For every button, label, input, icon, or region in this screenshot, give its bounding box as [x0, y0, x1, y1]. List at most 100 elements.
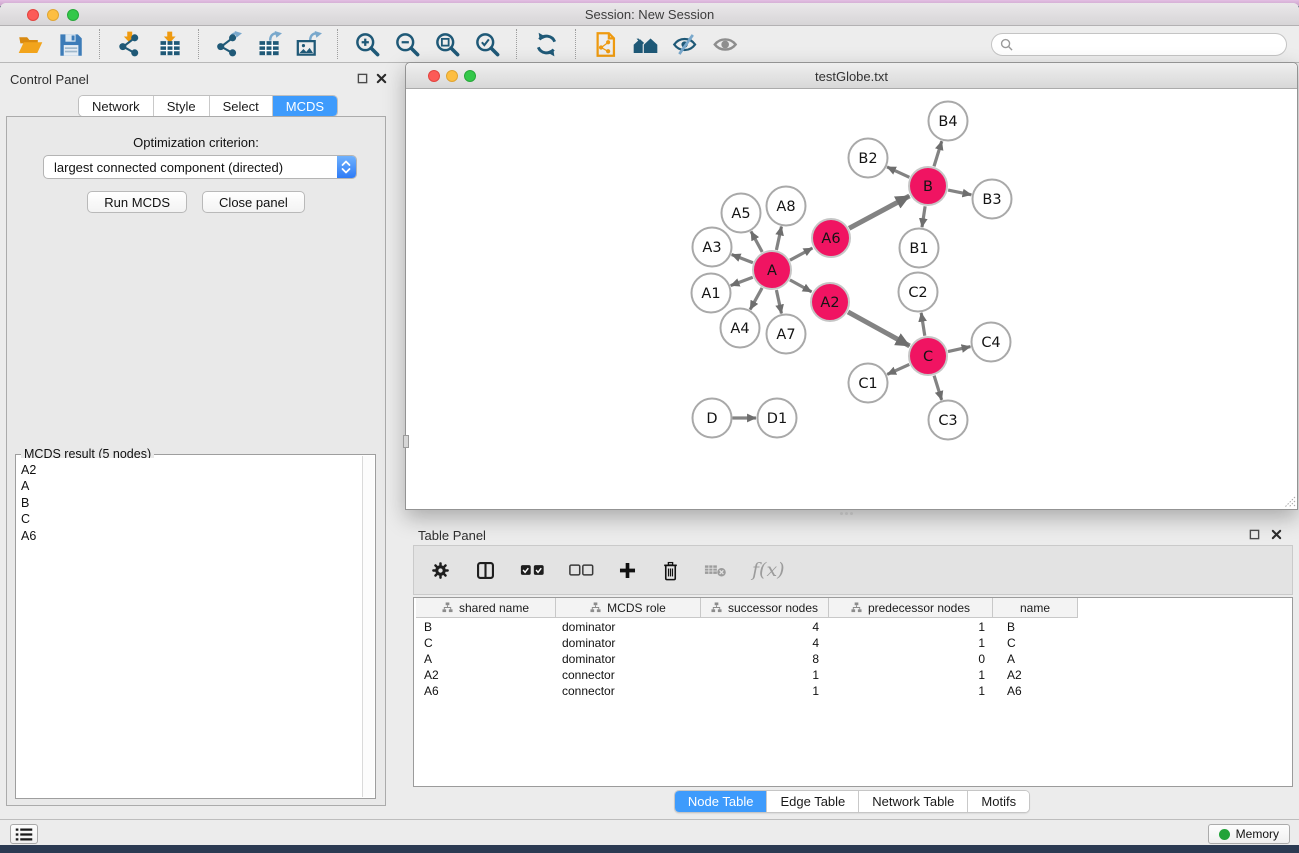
graph-node-B3[interactable]: B3 [973, 180, 1012, 219]
clear-row-selection-button[interactable] [569, 562, 594, 578]
graph-node-A2[interactable]: A2 [811, 283, 849, 321]
search-box[interactable] [991, 33, 1287, 56]
table-cell[interactable]: 1 [829, 683, 993, 699]
window-edge-grip[interactable] [403, 435, 409, 448]
graph-edge-B-B4[interactable] [934, 141, 942, 166]
zoom-in-button[interactable] [347, 28, 387, 60]
table-close-button[interactable] [1269, 527, 1284, 542]
zoom-fit-button[interactable] [427, 28, 467, 60]
column-header-MCDS-role[interactable]: MCDS role [556, 598, 701, 618]
tab-edge-table[interactable]: Edge Table [767, 791, 859, 812]
result-list-item[interactable]: A [21, 478, 362, 494]
table-cell[interactable]: 8 [701, 651, 829, 667]
graph-edge-A-A4[interactable] [750, 288, 762, 310]
graph-edge-A-A5[interactable] [751, 231, 762, 252]
result-list-item[interactable]: A6 [21, 528, 362, 544]
table-cell[interactable]: C [993, 635, 1078, 651]
task-history-button[interactable] [10, 824, 38, 844]
table-cell[interactable]: A2 [993, 667, 1078, 683]
resize-grip-icon[interactable] [1282, 494, 1296, 508]
graph-node-B4[interactable]: B4 [929, 102, 968, 141]
graph-node-C2[interactable]: C2 [899, 273, 938, 312]
graph-node-B[interactable]: B [909, 167, 947, 205]
table-cell[interactable]: B [416, 619, 556, 635]
open-file-button[interactable] [10, 28, 50, 60]
table-cell[interactable]: C [416, 635, 556, 651]
import-network-button[interactable] [109, 28, 149, 60]
tab-network[interactable]: Network [79, 96, 154, 116]
memory-button[interactable]: Memory [1208, 824, 1290, 844]
graph-node-C4[interactable]: C4 [972, 323, 1011, 362]
graph-edge-C-C4[interactable] [948, 347, 971, 352]
table-cell[interactable]: 1 [829, 619, 993, 635]
search-input[interactable] [1018, 38, 1286, 52]
float-panel-button[interactable] [355, 71, 370, 86]
graph-node-A3[interactable]: A3 [693, 228, 732, 267]
table-cell[interactable]: A [416, 651, 556, 667]
new-network-from-selection-button[interactable] [585, 28, 625, 60]
network-canvas[interactable]: B4B2BB3A8A5A6A3B1AA1C2A2A4A7C4CC1C3DD1 [406, 89, 1297, 509]
graph-node-C[interactable]: C [909, 337, 947, 375]
graph-node-A4[interactable]: A4 [721, 309, 760, 348]
graph-edge-A6-B[interactable] [849, 196, 909, 228]
table-settings-button[interactable] [430, 560, 451, 581]
table-cell[interactable]: A6 [993, 683, 1078, 699]
graph-edge-C-C3[interactable] [934, 376, 942, 400]
export-network-button[interactable] [208, 28, 248, 60]
table-cell[interactable]: 1 [701, 683, 829, 699]
graph-node-A[interactable]: A [753, 251, 791, 289]
graph-edge-A2-C[interactable] [848, 312, 910, 346]
select-all-rows-button[interactable] [520, 562, 545, 578]
table-cell[interactable]: dominator [556, 651, 701, 667]
graph-edge-A-A6[interactable] [790, 248, 813, 260]
show-all-button[interactable] [705, 28, 745, 60]
table-float-button[interactable] [1247, 527, 1262, 542]
graph-node-C1[interactable]: C1 [849, 364, 888, 403]
graph-edge-A-A1[interactable] [731, 277, 753, 285]
table-cell[interactable]: 4 [701, 635, 829, 651]
graph-edge-A-A2[interactable] [790, 280, 812, 292]
welcome-screen-button[interactable] [625, 28, 665, 60]
table-cell[interactable]: A6 [416, 683, 556, 699]
result-list-item[interactable]: C [21, 511, 362, 527]
table-cell[interactable]: 0 [829, 651, 993, 667]
table-cell[interactable]: dominator [556, 619, 701, 635]
table-cell[interactable]: 1 [701, 667, 829, 683]
table-cell[interactable]: B [993, 619, 1078, 635]
graph-edge-C-C1[interactable] [887, 364, 909, 374]
tab-mcds[interactable]: MCDS [273, 96, 337, 116]
zoom-selected-button[interactable] [467, 28, 507, 60]
add-column-button[interactable] [618, 561, 637, 580]
table-cell[interactable]: 4 [701, 619, 829, 635]
result-scrollbar[interactable] [362, 456, 374, 797]
graph-node-A6[interactable]: A6 [812, 219, 850, 257]
graph-node-C3[interactable]: C3 [929, 401, 968, 440]
import-table-button[interactable] [149, 28, 189, 60]
graph-node-D1[interactable]: D1 [758, 399, 797, 438]
apply-preferred-layout-button[interactable] [526, 28, 566, 60]
split-panel-button[interactable] [475, 560, 496, 581]
tab-select[interactable]: Select [210, 96, 273, 116]
panel-divider-handle[interactable] [838, 511, 854, 516]
table-cell[interactable]: A [993, 651, 1078, 667]
graph-node-A1[interactable]: A1 [692, 274, 731, 313]
close-panel-action-button[interactable]: Close panel [202, 191, 305, 213]
column-header-name[interactable]: name [993, 598, 1078, 618]
run-mcds-button[interactable]: Run MCDS [87, 191, 187, 213]
column-header-shared-name[interactable]: shared name [416, 598, 556, 618]
close-panel-button[interactable] [374, 71, 389, 86]
table-cell[interactable]: A2 [416, 667, 556, 683]
graph-node-D[interactable]: D [693, 399, 732, 438]
tab-network-table[interactable]: Network Table [859, 791, 968, 812]
column-header-predecessor-nodes[interactable]: predecessor nodes [829, 598, 993, 618]
graph-node-A8[interactable]: A8 [767, 187, 806, 226]
table-cell[interactable]: connector [556, 667, 701, 683]
graph-node-B2[interactable]: B2 [849, 139, 888, 178]
save-session-button[interactable] [50, 28, 90, 60]
tab-style[interactable]: Style [154, 96, 210, 116]
zoom-out-button[interactable] [387, 28, 427, 60]
graph-edge-A-A7[interactable] [776, 290, 781, 314]
graph-edge-B-B2[interactable] [887, 167, 909, 177]
graph-node-A5[interactable]: A5 [722, 194, 761, 233]
graph-node-B1[interactable]: B1 [900, 229, 939, 268]
